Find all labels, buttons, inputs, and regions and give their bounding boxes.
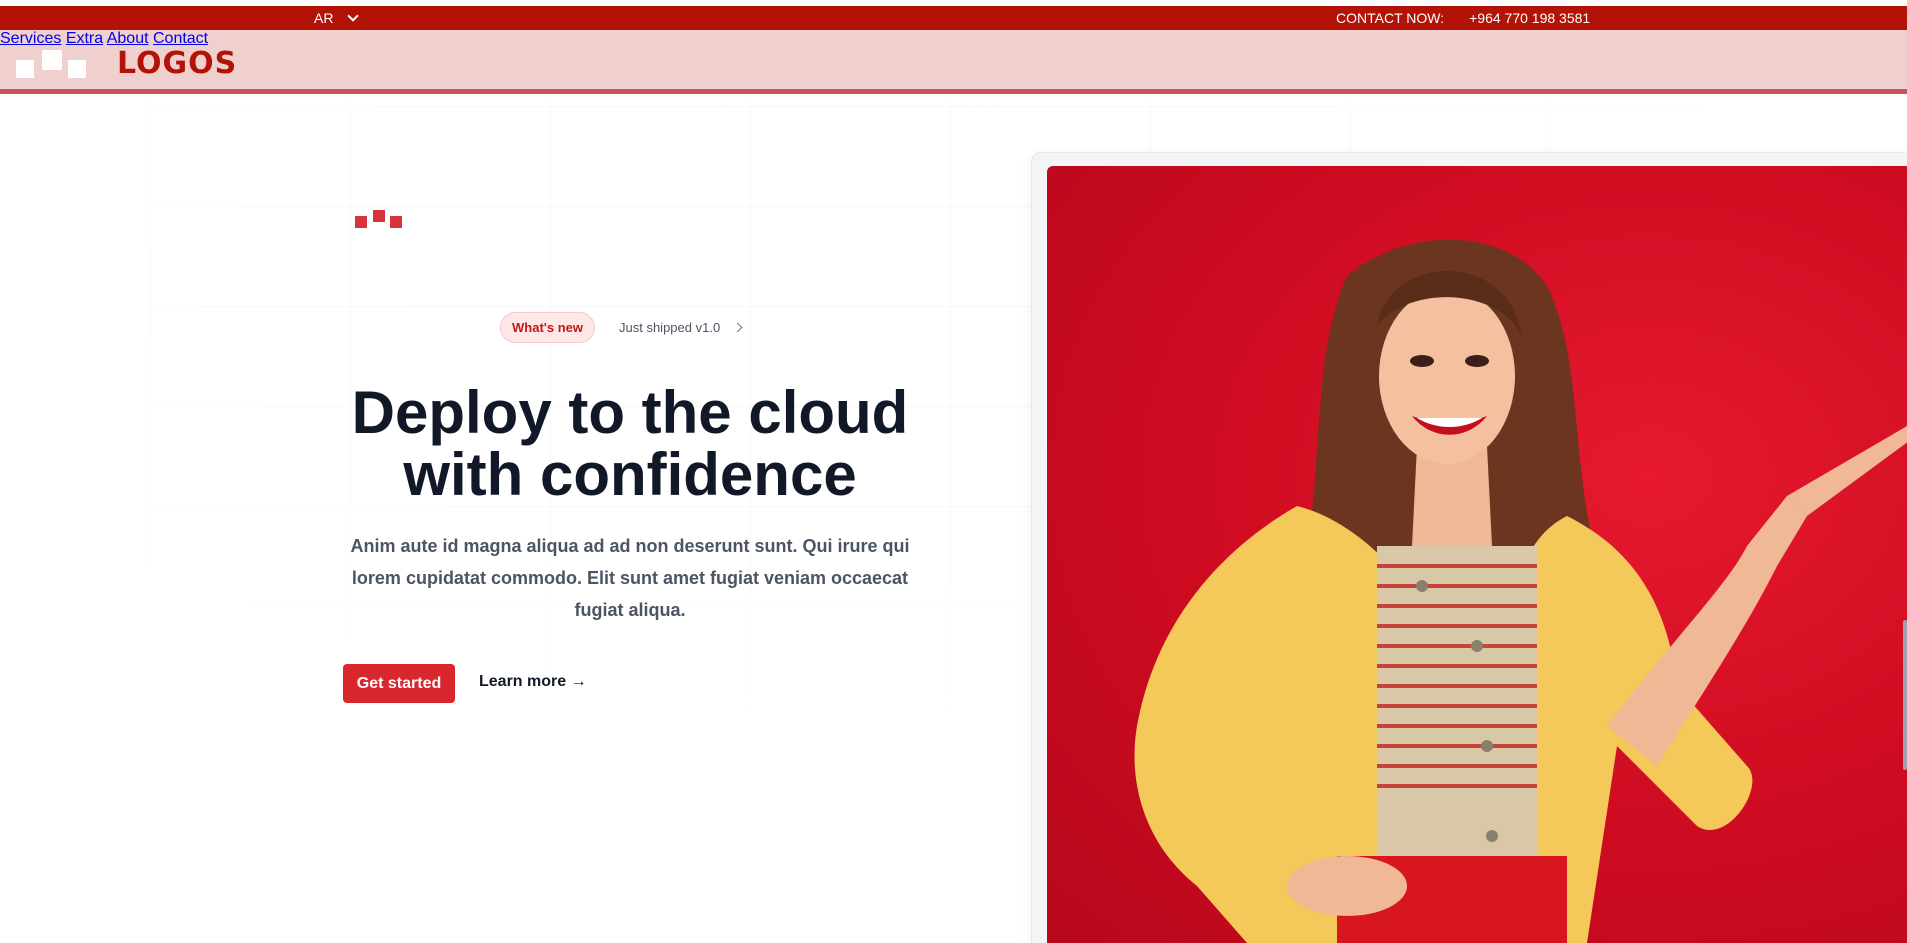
main-nav: Services Extra About Contact bbox=[0, 30, 1907, 48]
whats-new-badge: What's new bbox=[500, 312, 595, 343]
get-started-button[interactable]: Get started bbox=[343, 664, 455, 703]
brand-blocks-icon bbox=[355, 210, 405, 232]
contact-label: CONTACT NOW: bbox=[1336, 10, 1445, 26]
top-bar: AR CONTACT NOW: +964 770 198 3581 bbox=[0, 6, 1907, 30]
woman-pointing-illustration bbox=[1134, 239, 1907, 943]
hero-photo bbox=[1047, 166, 1907, 943]
announcement-row[interactable]: What's new Just shipped v1.0 bbox=[500, 312, 743, 343]
page-scrollbar[interactable] bbox=[1903, 620, 1907, 770]
contact-info: CONTACT NOW: +964 770 198 3581 bbox=[1336, 10, 1590, 26]
nav-services[interactable]: Services bbox=[0, 30, 61, 47]
announcement-text: Just shipped v1.0 bbox=[619, 320, 721, 335]
contact-phone[interactable]: +964 770 198 3581 bbox=[1469, 10, 1590, 26]
headline-line-2: with confidence bbox=[403, 441, 857, 508]
chevron-down-icon bbox=[347, 10, 360, 22]
logo-text[interactable]: LOGOS bbox=[117, 46, 237, 81]
hero-description: Anim aute id magna aliqua ad ad non dese… bbox=[350, 536, 910, 620]
learn-more-link[interactable]: Learn more → bbox=[479, 673, 587, 691]
chevron-right-icon bbox=[732, 322, 743, 333]
headline-line-1: Deploy to the cloud bbox=[351, 379, 909, 446]
hero-headline: Deploy to the cloud with confidence bbox=[320, 382, 940, 506]
language-selector[interactable]: AR bbox=[314, 10, 360, 26]
blocks-logo-icon[interactable] bbox=[16, 50, 90, 78]
nav-contact[interactable]: Contact bbox=[153, 30, 208, 47]
nav-extra[interactable]: Extra bbox=[66, 30, 103, 47]
site-header: LOGOS Services Extra About Contact bbox=[0, 30, 1907, 94]
announcement-link[interactable]: Just shipped v1.0 bbox=[619, 320, 743, 335]
language-label: AR bbox=[314, 10, 334, 26]
nav-about[interactable]: About bbox=[107, 30, 149, 47]
